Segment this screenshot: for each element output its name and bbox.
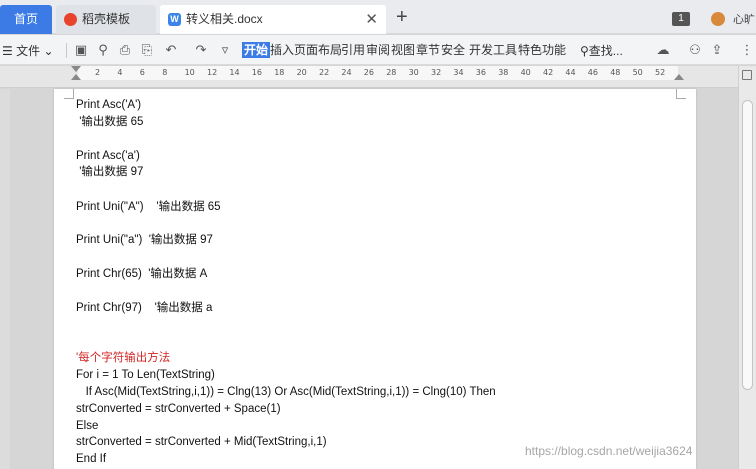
- more-dropdown-icon[interactable]: ▿: [218, 43, 232, 57]
- ruler-tick-label: 16: [251, 68, 262, 77]
- redo-icon[interactable]: ↷: [194, 43, 208, 57]
- first-line-indent-marker[interactable]: [71, 66, 81, 72]
- ruler-tick-label: 44: [565, 68, 576, 77]
- menu-chapter[interactable]: 章节: [416, 42, 440, 58]
- ruler-tick-label: 14: [229, 68, 240, 77]
- document-line[interactable]: Print Chr(97) '输出数据 a: [76, 301, 212, 315]
- divider: [66, 43, 67, 58]
- margin-corner-marker: [64, 89, 74, 99]
- docer-icon: [64, 13, 77, 26]
- menu-review[interactable]: 审阅: [366, 42, 390, 58]
- margin-corner-marker: [676, 89, 686, 99]
- file-menu-label: 文件: [16, 44, 41, 58]
- ruler-tick-label: 10: [184, 68, 195, 77]
- user-name[interactable]: 心旷: [733, 11, 755, 27]
- document-line[interactable]: '输出数据 97: [76, 165, 143, 179]
- document-comment-line[interactable]: '每个字符输出方法: [76, 351, 170, 365]
- tab-template[interactable]: 稻壳模板: [56, 5, 156, 34]
- ruler-tick-label: 42: [543, 68, 554, 77]
- chevron-down-icon: ⌄: [40, 44, 54, 58]
- document-line[interactable]: strConverted = strConverted + Space(1): [76, 402, 281, 416]
- right-indent-marker[interactable]: [674, 74, 684, 80]
- document-line[interactable]: Print Chr(65) '输出数据 A: [76, 267, 207, 281]
- document-page[interactable]: Print Asc('A') '输出数据 65 Print Asc('a') '…: [54, 89, 696, 469]
- print-icon[interactable]: ⎙: [118, 43, 132, 57]
- horizontal-ruler[interactable]: 2 4 6 8 10 12 14 16 18 20 22 24 26 28 30 32 34 36 38 40 42 44…: [0, 66, 738, 88]
- share-icon[interactable]: ⇪: [710, 43, 724, 57]
- search-icon: ⚲: [580, 44, 589, 58]
- tab-document-label: 转义相关.docx: [186, 12, 263, 26]
- ruler-tick-label: 2: [95, 68, 101, 77]
- ruler-tick-label: 22: [319, 68, 330, 77]
- watermark: https://blog.csdn.net/weijia3624: [525, 444, 693, 458]
- document-line[interactable]: Print Uni("a") '输出数据 97: [76, 233, 213, 247]
- format-painter-icon[interactable]: ⚲: [96, 43, 110, 57]
- page-view-icon[interactable]: [742, 70, 752, 80]
- document-line[interactable]: For i = 1 To Len(TextString): [76, 368, 215, 382]
- word-doc-icon: W: [168, 13, 181, 26]
- document-line[interactable]: Print Asc('A'): [76, 98, 141, 112]
- ruler-tick-label: 46: [587, 68, 598, 77]
- ruler-tick-label: 28: [386, 68, 397, 77]
- menu-page-layout[interactable]: 页面布局: [294, 42, 342, 58]
- print-preview-icon[interactable]: ⎘: [140, 43, 154, 57]
- scrollbar-thumb[interactable]: [742, 100, 753, 390]
- close-icon[interactable]: ✕: [365, 5, 378, 34]
- vertical-ruler: [0, 89, 10, 469]
- ruler-tick-label: 40: [520, 68, 531, 77]
- cloud-sync-icon[interactable]: ☁: [656, 43, 670, 57]
- save-icon[interactable]: ▣: [74, 43, 88, 57]
- more-icon[interactable]: ⋮: [740, 43, 754, 57]
- collaborate-icon[interactable]: ⚇: [688, 43, 702, 57]
- file-menu[interactable]: ☰ 文件 ⌄: [2, 42, 54, 59]
- document-line[interactable]: End If: [76, 452, 106, 466]
- undo-icon[interactable]: ↶: [164, 43, 178, 57]
- ruler-tick-label: 4: [117, 68, 123, 77]
- tab-bar: 首页 稻壳模板 W 转义相关.docx ✕ + 1 心旷: [0, 0, 756, 34]
- ruler-tick-label: 36: [475, 68, 486, 77]
- ruler-tick-label: 20: [296, 68, 307, 77]
- ruler-tick-label: 34: [453, 68, 464, 77]
- tab-template-label: 稻壳模板: [82, 12, 131, 26]
- ruler-tick-label: 18: [274, 68, 285, 77]
- search-button[interactable]: ⚲查找...: [580, 42, 623, 59]
- ruler-tick-label: 6: [139, 68, 145, 77]
- ruler-tick-label: 48: [610, 68, 621, 77]
- menu-security[interactable]: 安全: [441, 42, 465, 58]
- menu-references[interactable]: 引用: [341, 42, 365, 58]
- menu-insert[interactable]: 插入: [270, 42, 294, 58]
- document-line[interactable]: If Asc(Mid(TextString,i,1)) = Clng(13) O…: [76, 385, 496, 399]
- ruler-tick-label: 12: [207, 68, 218, 77]
- ruler-tick-label: 52: [655, 68, 666, 77]
- search-label: 查找...: [588, 44, 623, 58]
- vertical-scrollbar[interactable]: [738, 66, 756, 469]
- document-line[interactable]: '输出数据 65: [76, 115, 143, 129]
- hamburger-icon: ☰: [2, 44, 17, 58]
- tab-document[interactable]: W 转义相关.docx ✕: [160, 5, 386, 34]
- ruler-tick-label: 38: [498, 68, 509, 77]
- left-indent-marker[interactable]: [71, 74, 81, 80]
- document-line[interactable]: strConverted = strConverted + Mid(TextSt…: [76, 435, 327, 449]
- avatar[interactable]: [711, 12, 725, 26]
- tab-home[interactable]: 首页: [0, 5, 52, 34]
- ruler-tick-label: 26: [363, 68, 374, 77]
- menu-developer[interactable]: 开发工具: [469, 42, 517, 58]
- window-count-badge[interactable]: 1: [672, 12, 690, 26]
- menu-view[interactable]: 视图: [391, 42, 415, 58]
- ruler-tick-label: 32: [431, 68, 442, 77]
- ruler-tick-label: 8: [162, 68, 168, 77]
- menu-home[interactable]: 开始: [242, 42, 271, 58]
- document-line[interactable]: Else: [76, 419, 98, 433]
- document-line[interactable]: Print Asc('a'): [76, 149, 140, 163]
- menu-features[interactable]: 特色功能: [518, 42, 566, 58]
- ruler-tick-label: 30: [408, 68, 419, 77]
- ruler-tick-label: 50: [632, 68, 643, 77]
- menu-bar: ☰ 文件 ⌄ ▣ ⚲ ⎙ ⎘ ↶ ↷ ▿ 开始 插入 页面布局 引用 审阅 视图…: [0, 35, 756, 65]
- new-tab-button[interactable]: +: [396, 6, 408, 29]
- ruler-tick-label: 24: [341, 68, 352, 77]
- document-line[interactable]: Print Uni("A") '输出数据 65: [76, 200, 221, 214]
